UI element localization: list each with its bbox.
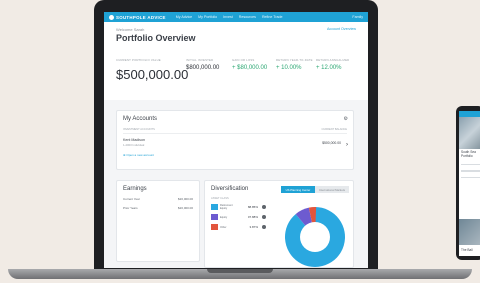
legend-label: Retirement Equity [220,204,233,210]
nav-resources[interactable]: Resources [239,15,256,19]
metric-label: GAIN OR LOSS [232,58,255,62]
diversification-tabs: US Planning Center International Markets [281,186,349,193]
phone-footer-text: The Ball [461,248,473,252]
earnings-value: $20,000.00 [177,197,193,201]
phone-text-line [461,176,480,179]
phone-text-line [461,163,480,166]
metric-value: + $80,000.00 [232,65,268,71]
earnings-row: Current Year $20,000.00 [123,197,193,201]
metric-value: $500,000.00 [116,67,189,82]
diversification-card: Diversification US Planning Center Inter… [204,180,354,268]
logo-icon [109,14,114,20]
open-account-label: Open a new account [126,153,154,157]
metric-return-ytd: RETURN YEAR-TO-DATE + 10.00% [276,58,316,82]
info-icon[interactable] [262,225,266,229]
metric-value: + 12.00% [316,65,342,71]
open-account-link[interactable]: ⊕ Open a new account [123,153,347,157]
welcome-text: Welcome Sarah [116,27,145,32]
nav-my-portfolio[interactable]: My Portfolio [198,15,217,19]
legend-row: Other 3.87% [211,224,271,230]
earnings-label: Current Year [123,197,140,201]
nav-refine-trade[interactable]: Refine Trade [262,15,283,19]
diversification-donut-chart [285,207,345,267]
metric-value: $800,000.00 [186,65,220,71]
column-label: INVESTMENT ACCOUNTS [123,128,155,131]
legend-row: Equity 07.88% [211,214,271,220]
legend-label: Other [220,225,227,229]
account-overview-link[interactable]: Account Overview [327,27,356,31]
earnings-row: Prior Years $20,000.00 [123,206,193,210]
legend-swatch [211,214,218,220]
metric-value: + 10.00% [276,65,302,71]
info-icon[interactable] [262,205,266,209]
earnings-card: Earnings Current Year $20,000.00 Prior Y… [116,180,200,262]
account-row[interactable]: Kent Madison 1-2003 Individual $500,000.… [123,138,347,147]
metric-label: RETURN YEAR-TO-DATE [276,58,313,62]
user-menu[interactable]: Family [352,15,363,19]
chevron-right-icon[interactable]: › [346,142,348,148]
legend-label: Equity [220,215,228,219]
logo-text: SOUTHPOLE ADVICE [116,14,166,20]
my-accounts-card: My Accounts ⚙ INVESTMENT ACCOUNTS CURREN… [116,110,354,170]
tab-international[interactable]: International Markets [315,186,349,193]
main-nav: My Advice My Portfolio Invest Resources … [176,15,283,19]
app-logo[interactable]: SOUTHPOLE ADVICE [109,14,166,20]
legend-value: 07.88% [247,215,258,219]
overview-header: Welcome Sarah Portfolio Overview Account… [104,22,368,100]
column-label: CURRENT BALANCE [321,128,347,131]
phone-title: South Sea Portfolio [461,150,476,158]
account-subtitle: 1-2003 Individual [123,143,145,147]
metric-current-value: CURRENT PORTFOLIO VALUE $500,000.00 [116,58,189,82]
nav-my-advice[interactable]: My Advice [176,15,192,19]
laptop-screen: SOUTHPOLE ADVICE My Advice My Portfolio … [104,12,368,268]
legend-value: 3.87% [249,225,258,229]
phone-text-line [461,170,480,172]
nav-invest[interactable]: Invest [223,15,233,19]
asset-class-header: ASSET CLASS [211,197,229,200]
account-balance: $500,000.00 [322,140,341,145]
metrics-row: CURRENT PORTFOLIO VALUE $500,000.00 INIT… [116,58,356,82]
phone-card-image [459,219,480,245]
donut-hole [300,222,330,252]
legend-swatch [211,224,218,230]
metric-label: CURRENT PORTFOLIO VALUE [116,58,161,62]
legend-swatch [211,204,218,210]
legend-value: 88.85% [247,205,258,209]
gear-icon[interactable]: ⚙ [344,116,348,122]
tab-us-planning[interactable]: US Planning Center [281,186,315,193]
page-title: Portfolio Overview [116,33,196,43]
info-icon[interactable] [262,215,266,219]
phone-screen: South Sea Portfolio The Ball [459,111,480,256]
accounts-column-header: INVESTMENT ACCOUNTS CURRENT BALANCE [123,128,347,134]
app-topbar: SOUTHPOLE ADVICE My Advice My Portfolio … [104,12,368,22]
metric-label: RETURN ANNUALIZED [316,58,350,62]
card-title: Earnings [123,186,147,192]
metric-initial-invested: INITIAL INVESTED $800,000.00 [186,58,232,82]
metric-gain-loss: GAIN OR LOSS + $80,000.00 [232,58,276,82]
legend-row: Retirement Equity 88.85% [211,204,271,210]
phone-hero-image [459,117,480,149]
laptop-notch [207,269,273,273]
earnings-label: Prior Years [123,206,138,210]
metric-label: INITIAL INVESTED [186,58,214,62]
card-title: My Accounts [123,116,158,122]
earnings-value: $20,000.00 [177,206,193,210]
metric-return-annualized: RETURN ANNUALIZED + 12.00% [316,58,356,82]
account-name: Kent Madison [123,138,145,142]
